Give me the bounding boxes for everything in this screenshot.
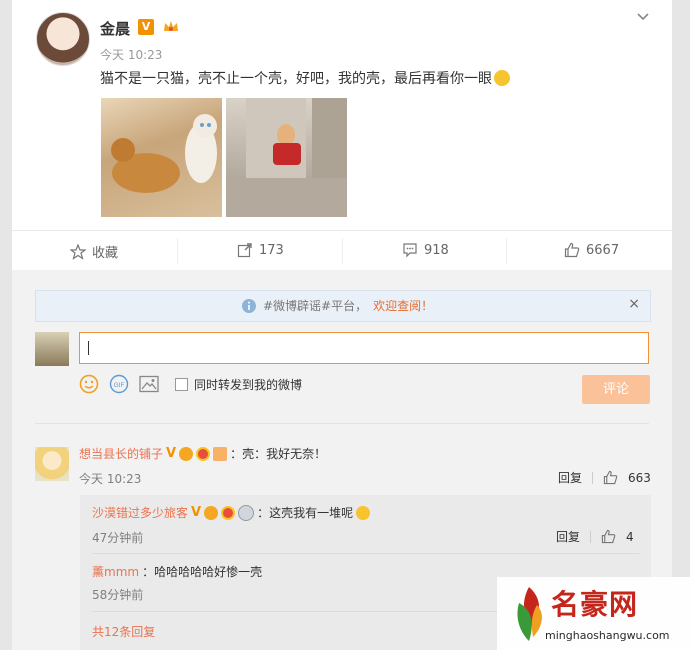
reply-text: ：哈哈哈哈哈好惨一壳 <box>142 565 263 579</box>
comment-like-count: 663 <box>628 470 651 485</box>
author-avatar[interactable] <box>36 12 90 66</box>
comment-count: 918 <box>424 242 449 258</box>
reply-time: 58分钟前 <box>92 588 144 602</box>
vip-crown-icon <box>179 446 194 461</box>
laugh-cry-emoji-icon <box>494 70 510 86</box>
rumor-notice-bar: #微博辟谣#平台， 欢迎查阅！ × <box>35 290 651 322</box>
comment-button[interactable]: 918 <box>402 242 449 258</box>
reply-text: ：这壳我有一堆呢 <box>257 506 354 520</box>
post-text: 猫不是一只猫，壳不止一个壳，好吧，我的壳，最后再看你一眼 <box>100 68 510 88</box>
reply-time: 47分钟前 <box>92 531 144 545</box>
weibo-post-card: 金晨 V 今天 10:23 猫不是一只猫，壳不止一个壳，好吧，我的壳，最后再看你… <box>12 0 672 650</box>
post-image-cats[interactable] <box>101 98 222 217</box>
emoji-icon[interactable] <box>79 374 99 394</box>
composer-toolbar: GIF 同时转发到我的微博 <box>79 374 302 394</box>
reply-button[interactable]: 回复 <box>556 528 580 545</box>
watermark: 名豪网 minghaoshangwu.com <box>497 577 690 650</box>
current-user-avatar <box>35 332 69 366</box>
star-icon <box>70 243 86 260</box>
divider <box>92 553 639 554</box>
thumbs-up-icon[interactable] <box>601 529 616 544</box>
comment-actions: 回复 663 <box>558 469 651 486</box>
ring-icon <box>238 504 255 521</box>
thumbs-up-icon <box>564 242 580 258</box>
gif-icon[interactable]: GIF <box>109 374 129 394</box>
reply-body: 薰mmm ：哈哈哈哈哈好惨一壳 <box>92 563 262 580</box>
comment-text: ：壳：我好无奈！ <box>230 447 327 461</box>
repost-icon <box>237 243 252 258</box>
close-icon[interactable]: × <box>628 296 640 312</box>
verified-badge-icon: V <box>138 19 154 35</box>
author-name[interactable]: 金晨 <box>100 18 130 39</box>
text-caret <box>88 341 89 355</box>
gold-v-icon: V <box>166 446 177 461</box>
commenter-name[interactable]: 想当县长的铺子 <box>79 445 163 462</box>
pizza-icon <box>213 446 228 461</box>
reply-button[interactable]: 回复 <box>558 469 582 486</box>
reply-body: 沙漠错过多少旅客 V ：这壳我有一堆呢 <box>92 504 371 521</box>
watermark-logo-icon <box>517 587 542 641</box>
watermark-url: minghaoshangwu.com <box>545 629 670 642</box>
action-separator <box>342 238 343 264</box>
reply-like-count: 4 <box>626 529 634 544</box>
submit-comment-button[interactable]: 评论 <box>582 375 650 404</box>
vip-crown-icon <box>164 21 178 31</box>
thumbs-up-icon[interactable] <box>603 470 618 485</box>
post-text-content: 猫不是一只猫，壳不止一个壳，好吧，我的壳，最后再看你一眼 <box>100 71 492 87</box>
comment-icon <box>403 243 417 258</box>
commenter-avatar[interactable] <box>35 447 69 481</box>
reply-user-name[interactable]: 薰mmm <box>92 563 139 580</box>
action-separator <box>506 238 507 264</box>
repost-button[interactable]: 173 <box>237 242 284 258</box>
gold-v-icon: V <box>191 505 202 520</box>
medal-icon <box>196 446 211 461</box>
forward-checkbox[interactable] <box>175 377 188 391</box>
collect-label: 收藏 <box>92 246 119 261</box>
comment-time: 今天 10:23 <box>79 472 142 486</box>
image-icon[interactable] <box>139 375 159 393</box>
svg-text:GIF: GIF <box>114 382 125 389</box>
notice-text: #微博辟谣#平台， <box>263 299 368 313</box>
like-count: 6667 <box>586 242 620 258</box>
chevron-down-icon[interactable] <box>636 10 650 24</box>
comment-input[interactable] <box>79 332 649 364</box>
repost-count: 173 <box>259 242 284 258</box>
forward-label: 同时转发到我的微博 <box>194 377 303 392</box>
forward-option[interactable]: 同时转发到我的微博 <box>175 376 302 393</box>
action-separator <box>590 530 592 543</box>
post-time[interactable]: 今天 10:23 <box>100 46 162 63</box>
post-image-mirror[interactable] <box>226 98 347 217</box>
action-separator <box>592 471 594 484</box>
more-replies-link[interactable]: 共12条回复 <box>92 623 155 640</box>
divider <box>12 230 672 231</box>
medal-icon <box>221 505 236 520</box>
info-icon <box>242 298 256 313</box>
notice-link[interactable]: 欢迎查阅！ <box>373 297 433 314</box>
reply-actions: 回复 4 <box>556 528 634 545</box>
action-separator <box>177 238 178 264</box>
vip-crown-icon <box>204 505 219 520</box>
collect-button[interactable]: 收藏 <box>70 242 118 261</box>
watermark-title: 名豪网 <box>551 588 639 621</box>
laugh-cry-emoji-icon <box>356 505 371 520</box>
like-button[interactable]: 6667 <box>564 242 619 258</box>
reply-user-name[interactable]: 沙漠错过多少旅客 <box>92 504 188 521</box>
divider <box>35 423 649 424</box>
comment-body: 想当县长的铺子 V ：壳：我好无奈！ <box>79 445 326 462</box>
